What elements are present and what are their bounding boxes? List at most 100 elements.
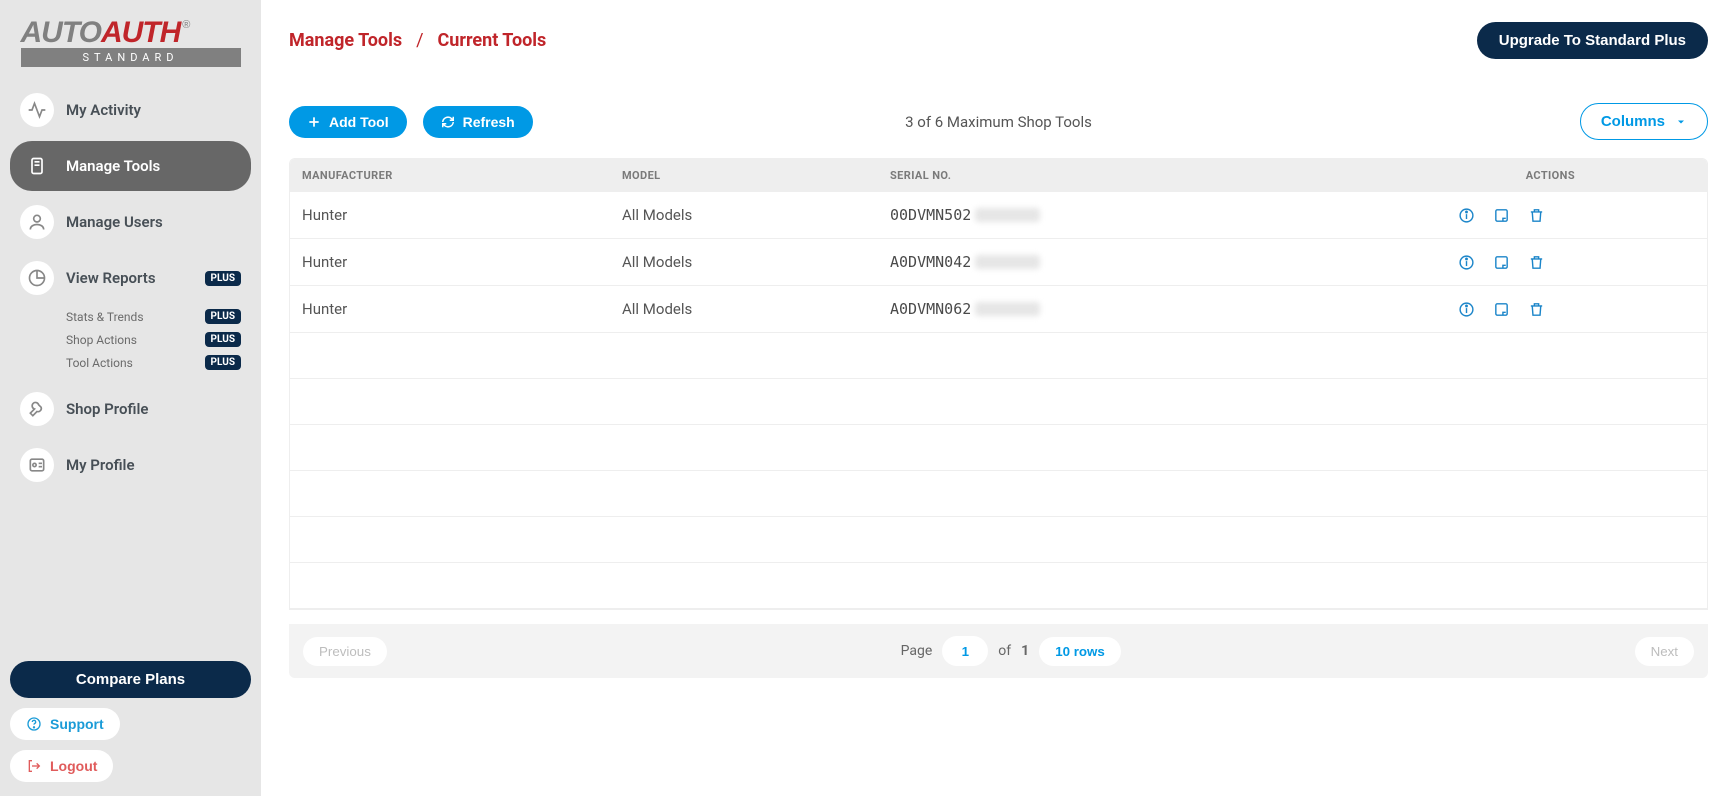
trash-icon[interactable] (1528, 301, 1545, 318)
sidebar-item-shop-profile[interactable]: Shop Profile (10, 384, 251, 434)
upgrade-button[interactable]: Upgrade To Standard Plus (1477, 22, 1708, 59)
users-icon (20, 205, 54, 239)
serial-redacted (975, 208, 1040, 222)
pagination: Previous Page of 1 10 rows Next (289, 624, 1708, 678)
sidebar-item-label: My Activity (66, 101, 141, 119)
note-icon[interactable] (1493, 207, 1510, 224)
pagination-center: Page of 1 10 rows (901, 636, 1121, 666)
sidebar-item-my-profile[interactable]: My Profile (10, 440, 251, 490)
tools-table: MANUFACTURER MODEL SERIAL NO. ACTIONS Hu… (289, 158, 1708, 610)
breadcrumb-root[interactable]: Manage Tools (289, 30, 402, 51)
cell-manufacturer: Hunter (302, 206, 622, 224)
toolbar: Add Tool Refresh 3 of 6 Maximum Shop Too… (289, 103, 1708, 140)
table-row-empty (290, 517, 1707, 563)
cell-serial: A0DVMN042 (890, 253, 1294, 271)
table-row: Hunter All Models A0DVMN062 (290, 286, 1707, 333)
brand-registered: ® (182, 19, 189, 31)
activity-icon (20, 93, 54, 127)
serial-prefix: 00DVMN502 (890, 206, 971, 224)
breadcrumb-separator: / (416, 30, 423, 51)
info-icon[interactable] (1458, 207, 1475, 224)
cell-model: All Models (622, 300, 890, 318)
plus-badge: PLUS (205, 271, 241, 286)
top-bar: Manage Tools / Current Tools Upgrade To … (289, 22, 1708, 59)
table-header-row: MANUFACTURER MODEL SERIAL NO. ACTIONS (290, 159, 1707, 192)
breadcrumb: Manage Tools / Current Tools (289, 30, 546, 51)
sidebar-bottom: Compare Plans Support Logout (10, 661, 251, 782)
plus-badge: PLUS (205, 309, 241, 324)
cell-serial: 00DVMN502 (890, 206, 1294, 224)
columns-button[interactable]: Columns (1580, 103, 1708, 140)
sidebar-item-label: Manage Tools (66, 157, 160, 175)
table-row-empty (290, 425, 1707, 471)
serial-prefix: A0DVMN042 (890, 253, 971, 271)
tool-count-text: 3 of 6 Maximum Shop Tools (905, 113, 1092, 131)
note-icon[interactable] (1493, 254, 1510, 271)
breadcrumb-current: Current Tools (438, 30, 547, 51)
subnav-stats-trends[interactable]: Stats & Trends PLUS (56, 307, 251, 326)
add-tool-button[interactable]: Add Tool (289, 106, 407, 138)
caret-down-icon (1675, 116, 1687, 128)
sidebar-nav: My Activity Manage Tools Manage Users Vi… (10, 85, 251, 490)
refresh-button[interactable]: Refresh (423, 106, 533, 138)
trash-icon[interactable] (1528, 254, 1545, 271)
add-tool-label: Add Tool (329, 114, 389, 130)
sidebar-item-label: View Reports (66, 269, 156, 287)
th-model[interactable]: MODEL (622, 169, 890, 182)
sidebar-item-label: Manage Users (66, 213, 163, 231)
prev-page-button[interactable]: Previous (303, 637, 387, 666)
refresh-label: Refresh (463, 114, 515, 130)
table-row-empty (290, 563, 1707, 609)
reports-subnav: Stats & Trends PLUS Shop Actions PLUS To… (56, 307, 251, 372)
help-icon (26, 716, 42, 732)
rows-per-page-button[interactable]: 10 rows (1039, 637, 1121, 666)
cell-actions (1294, 207, 1695, 224)
support-button[interactable]: Support (10, 708, 120, 740)
logout-label: Logout (50, 758, 97, 774)
table-row: Hunter All Models A0DVMN042 (290, 239, 1707, 286)
serial-prefix: A0DVMN062 (890, 300, 971, 318)
th-serial[interactable]: SERIAL NO. (890, 169, 1294, 182)
sidebar-item-view-reports[interactable]: View Reports PLUS (10, 253, 251, 303)
cell-manufacturer: Hunter (302, 253, 622, 271)
subnav-label: Tool Actions (66, 356, 133, 370)
sidebar-item-manage-tools[interactable]: Manage Tools (10, 141, 251, 191)
info-icon[interactable] (1458, 301, 1475, 318)
subnav-tool-actions[interactable]: Tool Actions PLUS (56, 353, 251, 372)
sidebar-item-label: Shop Profile (66, 400, 148, 418)
cell-actions (1294, 254, 1695, 271)
serial-redacted (975, 255, 1040, 269)
th-manufacturer[interactable]: MANUFACTURER (302, 169, 622, 182)
plus-badge: PLUS (205, 332, 241, 347)
brand-logo: AUTOAUTH® STANDARD (21, 16, 241, 67)
next-page-button[interactable]: Next (1635, 637, 1694, 666)
subnav-label: Stats & Trends (66, 310, 144, 324)
sidebar-item-my-activity[interactable]: My Activity (10, 85, 251, 135)
plus-icon (307, 115, 321, 129)
profile-icon (20, 448, 54, 482)
brand-tier: STANDARD (21, 48, 241, 67)
compare-plans-button[interactable]: Compare Plans (10, 661, 251, 698)
brand-name-b: AUTH (101, 16, 180, 50)
total-pages: 1 (1021, 643, 1029, 659)
wrench-icon (20, 392, 54, 426)
logout-icon (26, 758, 42, 774)
sidebar: AUTOAUTH® STANDARD My Activity Manage To… (0, 0, 261, 796)
note-icon[interactable] (1493, 301, 1510, 318)
sidebar-item-label: My Profile (66, 456, 135, 474)
reports-icon (20, 261, 54, 295)
info-icon[interactable] (1458, 254, 1475, 271)
trash-icon[interactable] (1528, 207, 1545, 224)
main-content: Manage Tools / Current Tools Upgrade To … (261, 0, 1736, 796)
columns-label: Columns (1601, 113, 1665, 130)
logout-button[interactable]: Logout (10, 750, 113, 782)
cell-serial: A0DVMN062 (890, 300, 1294, 318)
cell-manufacturer: Hunter (302, 300, 622, 318)
sidebar-item-manage-users[interactable]: Manage Users (10, 197, 251, 247)
page-input[interactable] (942, 636, 988, 666)
cell-model: All Models (622, 253, 890, 271)
cell-actions (1294, 301, 1695, 318)
support-label: Support (50, 716, 104, 732)
subnav-shop-actions[interactable]: Shop Actions PLUS (56, 330, 251, 349)
table-row: Hunter All Models 00DVMN502 (290, 192, 1707, 239)
